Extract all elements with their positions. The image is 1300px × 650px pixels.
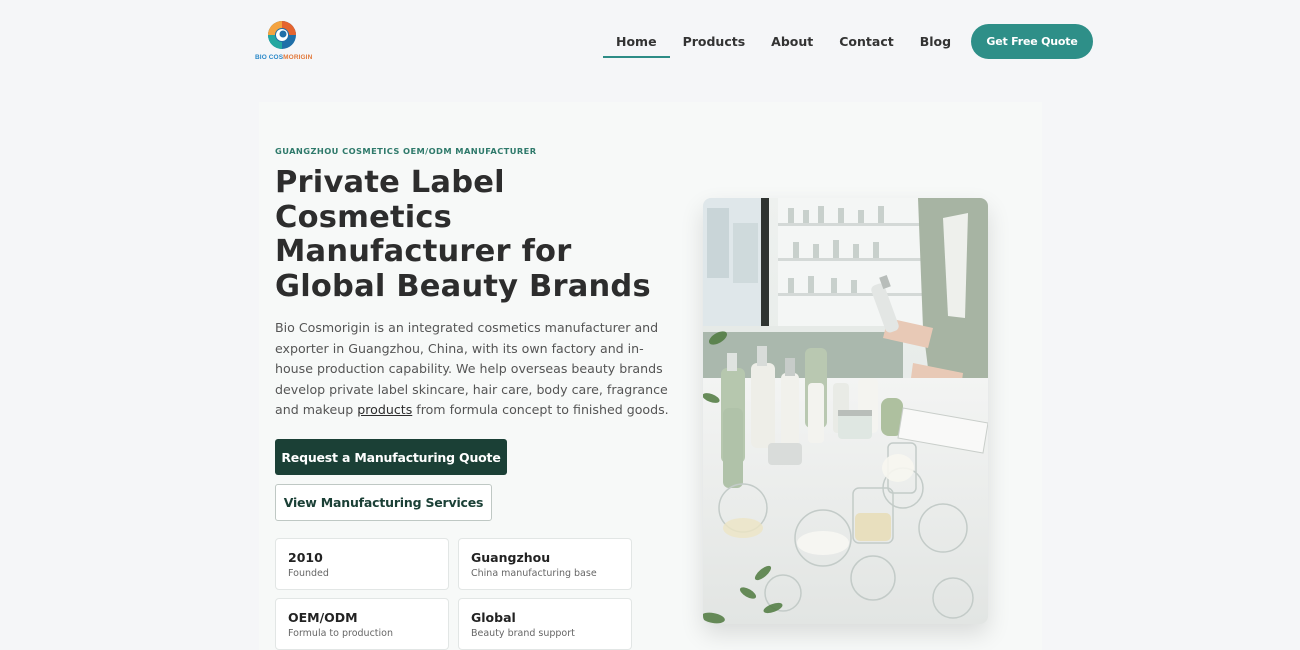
nav-about[interactable]: About [758,33,826,58]
nav-contact[interactable]: Contact [826,33,906,58]
stat-card: OEM/ODM Formula to production [275,598,449,650]
stat-card: Guangzhou China manufacturing base [458,538,632,590]
description-text-end: from formula concept to finished goods. [412,402,669,417]
stat-value: Global [471,610,516,625]
stat-label: China manufacturing base [471,568,597,579]
nav-blog[interactable]: Blog [907,33,964,58]
lab-scene-illustration [703,198,988,624]
nav-home[interactable]: Home [603,33,670,58]
products-link[interactable]: products [357,402,412,417]
brand-logo[interactable]: BIO COSMORIGIN [255,20,315,66]
stat-value: Guangzhou [471,550,551,565]
get-free-quote-button[interactable]: Get Free Quote [971,24,1093,59]
logo-text: BIO COSMORIGIN [255,54,313,61]
request-quote-button[interactable]: Request a Manufacturing Quote [275,439,507,475]
stat-label: Beauty brand support [471,628,575,639]
swirl-logo-icon [268,21,296,49]
stat-label: Founded [288,568,329,579]
nav-products[interactable]: Products [670,33,759,58]
hero-lab-image [703,198,988,624]
view-services-button[interactable]: View Manufacturing Services [275,484,492,521]
stat-value: 2010 [288,550,323,565]
hero-headline: Private Label Cosmetics Manufacturer for… [275,165,651,304]
stat-card: Global Beauty brand support [458,598,632,650]
stat-card: 2010 Founded [275,538,449,590]
hero-description: Bio Cosmorigin is an integrated cosmetic… [275,318,675,421]
main-nav: Home Products About Contact Blog [603,33,964,59]
stat-value: OEM/ODM [288,610,358,625]
hero-eyebrow: GUANGZHOU COSMETICS OEM/ODM MANUFACTURER [275,146,537,156]
stat-label: Formula to production [288,628,394,639]
